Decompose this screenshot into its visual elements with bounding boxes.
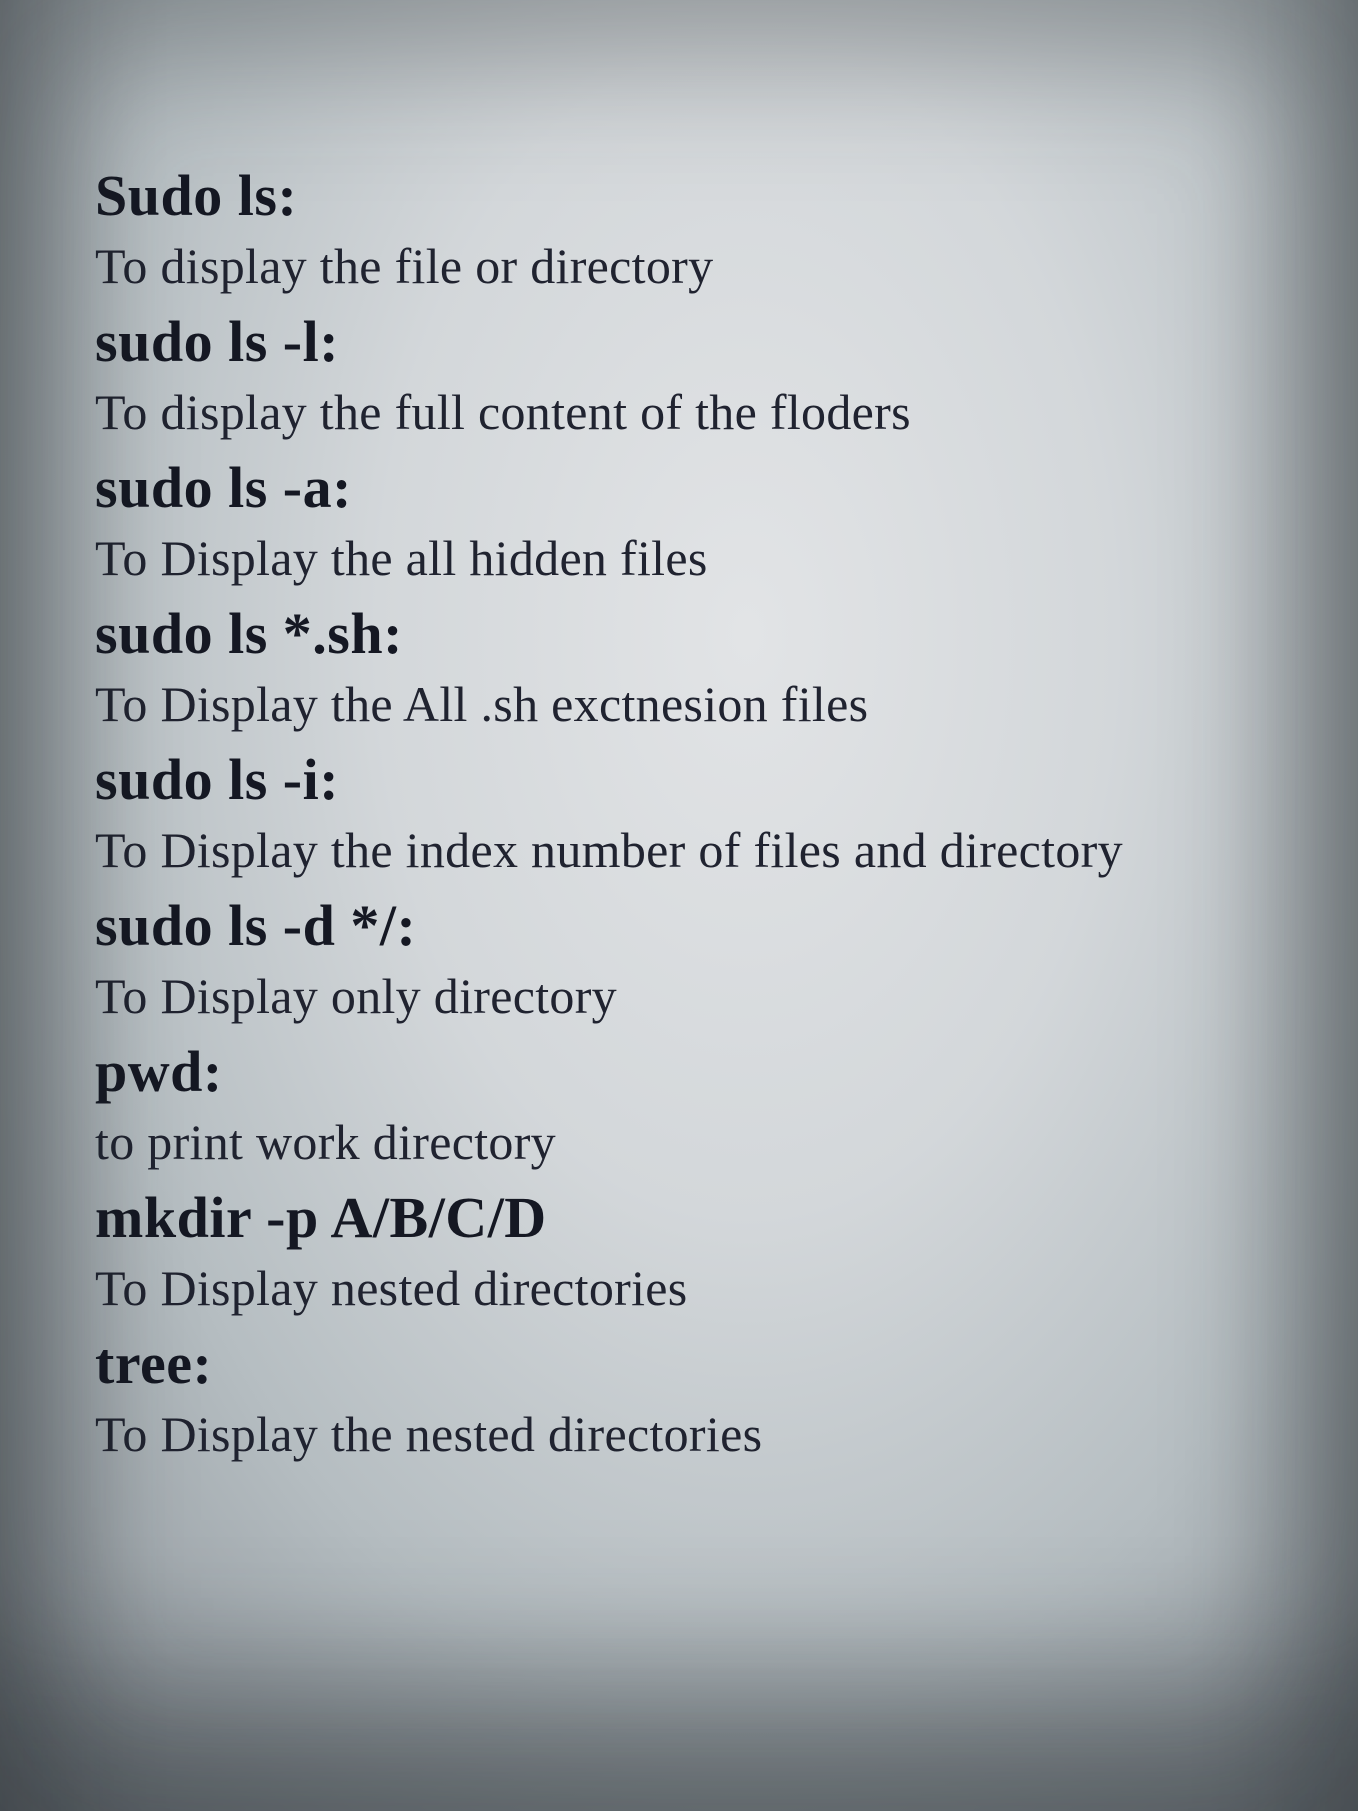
entry: sudo ls -l: To display the full content …	[95, 306, 1288, 446]
entry: mkdir -p A/B/C/D To Display nested direc…	[95, 1182, 1288, 1322]
description-text: To Display nested directories	[95, 1255, 1288, 1323]
description-text: To display the file or directory	[95, 233, 1288, 301]
command-text: pwd:	[95, 1036, 1288, 1109]
entry: Sudo ls: To display the file or director…	[95, 160, 1288, 300]
document-page: Sudo ls: To display the file or director…	[0, 0, 1358, 1468]
command-text: sudo ls -l:	[95, 306, 1288, 379]
command-text: tree:	[95, 1328, 1288, 1401]
command-text: sudo ls -d */:	[95, 890, 1288, 963]
entry: tree: To Display the nested directories	[95, 1328, 1288, 1468]
description-text: To Display the All .sh exctnesion files	[95, 671, 1288, 739]
description-text: To Display the nested directories	[95, 1401, 1288, 1469]
entry: sudo ls -d */: To Display only directory	[95, 890, 1288, 1030]
entry: sudo ls -a: To Display the all hidden fi…	[95, 452, 1288, 592]
description-text: To Display only directory	[95, 963, 1288, 1031]
description-text: To Display the index number of files and…	[95, 817, 1288, 885]
command-text: mkdir -p A/B/C/D	[95, 1182, 1288, 1255]
entry: sudo ls -i: To Display the index number …	[95, 744, 1288, 884]
command-text: sudo ls -i:	[95, 744, 1288, 817]
description-text: To Display the all hidden files	[95, 525, 1288, 593]
entry: sudo ls *.sh: To Display the All .sh exc…	[95, 598, 1288, 738]
command-text: sudo ls *.sh:	[95, 598, 1288, 671]
description-text: to print work directory	[95, 1109, 1288, 1177]
command-text: sudo ls -a:	[95, 452, 1288, 525]
entry: pwd: to print work directory	[95, 1036, 1288, 1176]
command-text: Sudo ls:	[95, 160, 1288, 233]
description-text: To display the full content of the flode…	[95, 379, 1288, 447]
